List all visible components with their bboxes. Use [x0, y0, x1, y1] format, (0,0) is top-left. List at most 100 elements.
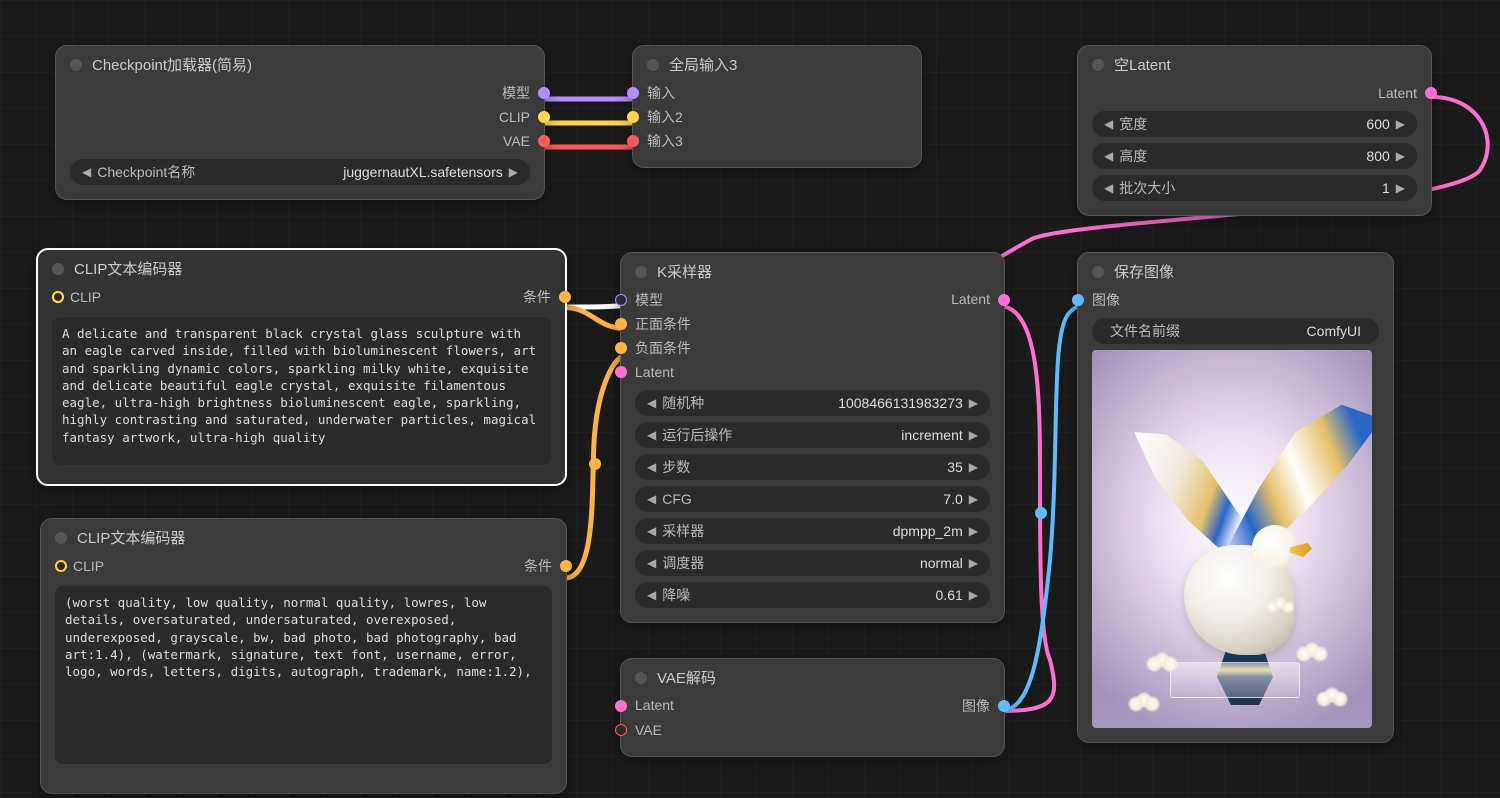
chevron-left-icon[interactable]: ◀: [647, 428, 656, 442]
port-latent-out[interactable]: [998, 294, 1010, 306]
port-latent-in[interactable]: [615, 700, 627, 712]
chevron-left-icon[interactable]: ◀: [647, 460, 656, 474]
port-latent-out[interactable]: [1425, 87, 1437, 99]
batch-widget[interactable]: ◀ 批次大小 1 ▶: [1092, 175, 1417, 201]
node-clip-positive[interactable]: CLIP文本编码器 CLIP 条件: [36, 248, 567, 486]
sampler-widget[interactable]: ◀ 采样器 dpmpp_2m ▶: [635, 518, 990, 544]
port-input3[interactable]: [627, 135, 639, 147]
widget-value: 7.0: [700, 491, 963, 507]
node-title: 空Latent: [1114, 54, 1171, 75]
port-model-in[interactable]: [615, 294, 627, 306]
output-clip-label: CLIP: [499, 109, 530, 125]
node-header[interactable]: 保存图像: [1078, 253, 1393, 288]
port-image-in[interactable]: [1072, 294, 1084, 306]
node-title: 保存图像: [1114, 261, 1174, 282]
node-header[interactable]: CLIP文本编码器: [41, 519, 566, 554]
widget-value: juggernautXL.safetensors: [203, 164, 502, 180]
collapse-dot-icon[interactable]: [70, 59, 82, 71]
node-empty-latent[interactable]: 空Latent Latent ◀ 宽度 600 ▶ ◀ 高度 800 ▶ ◀ 批…: [1077, 45, 1432, 216]
collapse-dot-icon[interactable]: [55, 532, 67, 544]
node-vae-decode[interactable]: VAE解码 Latent 图像 VAE: [620, 658, 1005, 757]
port-image-out[interactable]: [998, 700, 1010, 712]
collapse-dot-icon[interactable]: [52, 263, 64, 275]
node-header[interactable]: CLIP文本编码器: [38, 250, 565, 285]
node-title: CLIP文本编码器: [74, 258, 182, 279]
output-image-preview[interactable]: [1092, 350, 1372, 728]
flower-icon: [1152, 650, 1172, 670]
chevron-right-icon[interactable]: ▶: [969, 460, 978, 474]
chevron-left-icon[interactable]: ◀: [82, 165, 91, 179]
chevron-right-icon[interactable]: ▶: [969, 492, 978, 506]
port-pos-in[interactable]: [615, 318, 627, 330]
chevron-left-icon[interactable]: ◀: [647, 524, 656, 538]
node-save-image[interactable]: 保存图像 图像 文件名前缀 ComfyUI: [1077, 252, 1394, 743]
chevron-right-icon[interactable]: ▶: [509, 165, 518, 179]
widget-value: increment: [740, 427, 963, 443]
chevron-left-icon[interactable]: ◀: [647, 556, 656, 570]
widget-label: CFG: [662, 491, 692, 507]
node-header[interactable]: VAE解码: [621, 659, 1004, 694]
steps-widget[interactable]: ◀ 步数 35 ▶: [635, 454, 990, 480]
port-model-out[interactable]: [538, 87, 550, 99]
port-clip-out[interactable]: [538, 111, 550, 123]
collapse-dot-icon[interactable]: [1092, 59, 1104, 71]
collapse-dot-icon[interactable]: [647, 59, 659, 71]
chevron-right-icon[interactable]: ▶: [969, 396, 978, 410]
node-header[interactable]: K采样器: [621, 253, 1004, 288]
flower-icon: [1272, 595, 1288, 611]
node-header[interactable]: Checkpoint加载器(简易): [56, 46, 544, 81]
widget-label: 批次大小: [1119, 178, 1175, 198]
chevron-left-icon[interactable]: ◀: [1104, 117, 1113, 131]
port-cond-out[interactable]: [560, 560, 572, 572]
chevron-right-icon[interactable]: ▶: [969, 556, 978, 570]
node-header[interactable]: 全局输入3: [633, 46, 921, 81]
node-clip-negative[interactable]: CLIP文本编码器 CLIP 条件: [40, 518, 567, 794]
checkpoint-name-widget[interactable]: ◀ Checkpoint名称 juggernautXL.safetensors …: [70, 159, 530, 185]
denoise-widget[interactable]: ◀ 降噪 0.61 ▶: [635, 582, 990, 608]
port-latent-in[interactable]: [615, 366, 627, 378]
chevron-right-icon[interactable]: ▶: [969, 588, 978, 602]
port-input2[interactable]: [627, 111, 639, 123]
chevron-right-icon[interactable]: ▶: [969, 428, 978, 442]
port-vae-in[interactable]: [615, 724, 627, 736]
post-op-widget[interactable]: ◀ 运行后操作 increment ▶: [635, 422, 990, 448]
chevron-right-icon[interactable]: ▶: [1396, 181, 1405, 195]
chevron-right-icon[interactable]: ▶: [1396, 117, 1405, 131]
cond-out-label: 条件: [524, 556, 552, 576]
collapse-dot-icon[interactable]: [1092, 266, 1104, 278]
chevron-left-icon[interactable]: ◀: [647, 588, 656, 602]
neg-in-label: 负面条件: [635, 338, 691, 358]
clip-ring-icon: [52, 291, 64, 303]
node-header[interactable]: 空Latent: [1078, 46, 1431, 81]
chevron-left-icon[interactable]: ◀: [1104, 181, 1113, 195]
filename-prefix-widget[interactable]: 文件名前缀 ComfyUI: [1092, 318, 1379, 344]
widget-value: 1: [1183, 180, 1390, 196]
seed-widget[interactable]: ◀ 随机种 1008466131983273 ▶: [635, 390, 990, 416]
node-checkpoint-loader[interactable]: Checkpoint加载器(简易) 模型 CLIP VAE ◀ Checkpoi…: [55, 45, 545, 200]
height-widget[interactable]: ◀ 高度 800 ▶: [1092, 143, 1417, 169]
clip-in-label: CLIP: [70, 289, 101, 305]
positive-prompt-input[interactable]: [52, 317, 551, 465]
port-cond-out[interactable]: [559, 291, 571, 303]
chevron-left-icon[interactable]: ◀: [1104, 149, 1113, 163]
pos-in-label: 正面条件: [635, 314, 691, 334]
node-ksampler[interactable]: K采样器 模型 Latent 正面条件 负面条件 Latent ◀ 随机种 10…: [620, 252, 1005, 623]
width-widget[interactable]: ◀ 宽度 600 ▶: [1092, 111, 1417, 137]
port-vae-out[interactable]: [538, 135, 550, 147]
input3-label: 输入3: [647, 131, 683, 151]
cfg-widget[interactable]: ◀ CFG 7.0 ▶: [635, 486, 990, 512]
node-global-inputs[interactable]: 全局输入3 输入 输入2 输入3: [632, 45, 922, 168]
scheduler-widget[interactable]: ◀ 调度器 normal ▶: [635, 550, 990, 576]
chevron-left-icon[interactable]: ◀: [647, 396, 656, 410]
chevron-right-icon[interactable]: ▶: [1396, 149, 1405, 163]
collapse-dot-icon[interactable]: [635, 266, 647, 278]
chevron-left-icon[interactable]: ◀: [647, 492, 656, 506]
widget-value: 600: [1155, 116, 1390, 132]
port-input1[interactable]: [627, 87, 639, 99]
widget-label: 调度器: [662, 553, 704, 573]
port-neg-in[interactable]: [615, 342, 627, 354]
output-latent-label: Latent: [1378, 85, 1417, 101]
negative-prompt-input[interactable]: [55, 586, 552, 764]
collapse-dot-icon[interactable]: [635, 672, 647, 684]
chevron-right-icon[interactable]: ▶: [969, 524, 978, 538]
